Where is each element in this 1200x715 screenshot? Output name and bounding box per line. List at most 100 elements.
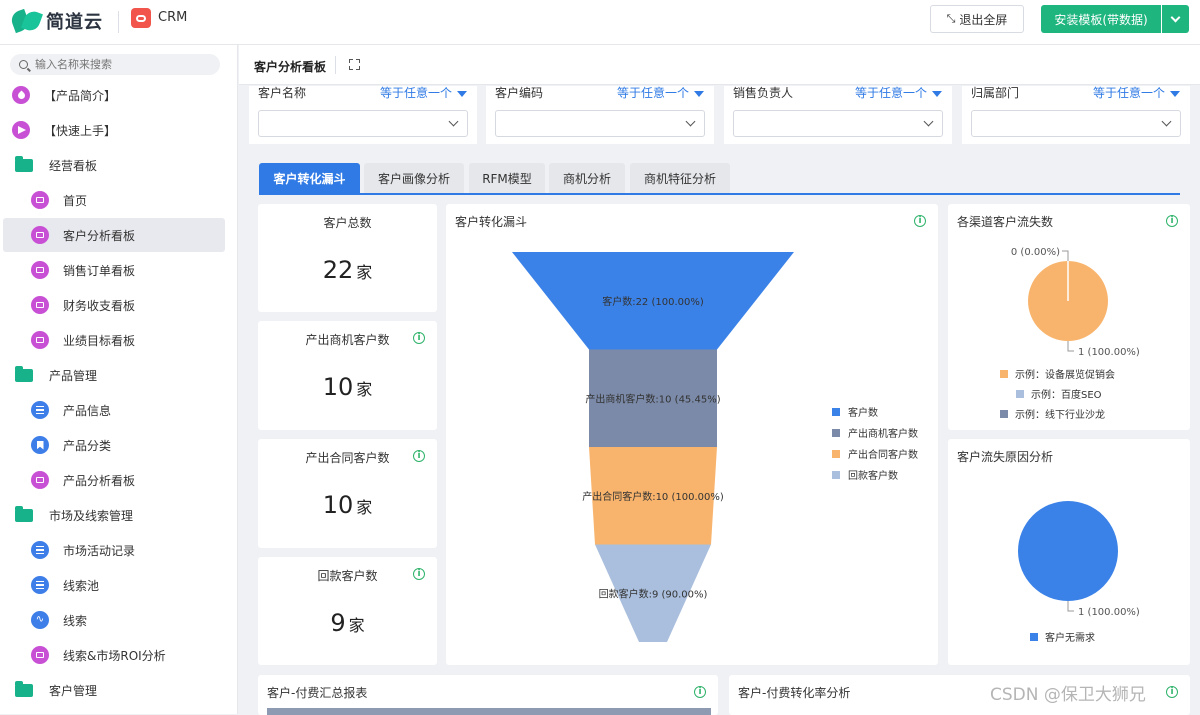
pie-data-label: 1 (100.00%) bbox=[1078, 607, 1140, 618]
tab-rfm-model[interactable]: RFM模型 bbox=[469, 163, 545, 194]
legend-swatch bbox=[832, 450, 840, 458]
app-name[interactable]: CRM bbox=[158, 10, 187, 25]
sidebar-item[interactable]: 市场活动记录 bbox=[3, 533, 225, 567]
filter-sales-owner: 销售负责人 等于任意一个 bbox=[724, 86, 952, 144]
sidebar-item[interactable]: 客户分析看板 bbox=[3, 218, 225, 252]
form-icon bbox=[31, 541, 49, 559]
bookmark-icon bbox=[31, 436, 49, 454]
exit-fullscreen-button[interactable]: ⤡ 退出全屏 bbox=[930, 5, 1024, 33]
tab-conversion-funnel[interactable]: 客户转化漏斗 bbox=[259, 163, 360, 194]
sidebar-item[interactable]: 线索&市场ROI分析 bbox=[3, 638, 225, 672]
brand-logo[interactable]: 简道云 bbox=[9, 8, 103, 34]
sidebar-item-label: 线索&市场ROI分析 bbox=[63, 648, 166, 663]
filter-operator-dropdown[interactable]: 等于任意一个 bbox=[617, 84, 704, 101]
filter-customer-name: 客户名称 等于任意一个 bbox=[249, 86, 477, 144]
fullscreen-icon[interactable] bbox=[349, 59, 360, 70]
folder-icon bbox=[15, 680, 33, 697]
collapse-icon: ⤡ bbox=[946, 12, 956, 25]
tab-opportunity-analysis[interactable]: 商机分析 bbox=[549, 163, 625, 194]
chevron-down-icon bbox=[685, 116, 696, 127]
install-dropdown-button[interactable] bbox=[1162, 5, 1189, 33]
dashboard-icon bbox=[31, 646, 49, 664]
dashboard-icon bbox=[31, 261, 49, 279]
info-icon[interactable]: i bbox=[413, 568, 425, 580]
kpi-value: 10 家 bbox=[322, 491, 373, 519]
sidebar-item[interactable]: 产品管理 bbox=[3, 358, 225, 392]
filter-select[interactable] bbox=[258, 110, 468, 137]
legend-swatch bbox=[832, 429, 840, 437]
form-icon bbox=[31, 576, 49, 594]
kpi-card-contract-customers: 产出合同客户数 i 10 家 bbox=[258, 439, 437, 548]
sidebar-item-label: 产品分类 bbox=[63, 438, 112, 453]
chevron-down-icon bbox=[448, 116, 459, 127]
sidebar-item-label: 客户管理 bbox=[49, 683, 98, 698]
filter-select[interactable] bbox=[733, 110, 943, 137]
sidebar-item[interactable]: 市场及线索管理 bbox=[3, 498, 225, 532]
sidebar-item[interactable]: 首页 bbox=[3, 183, 225, 217]
funnel-chart: 客户数:22 (100.00%) 产出商机客户数:10 (45.45%) 产出合同客… bbox=[512, 252, 918, 642]
info-icon[interactable]: i bbox=[413, 450, 425, 462]
crm-app-icon bbox=[131, 8, 151, 28]
tag-icon bbox=[12, 86, 30, 104]
sidebar-item[interactable]: 线索池 bbox=[3, 568, 225, 602]
legend-label[interactable]: 示例：百度SEO bbox=[1031, 388, 1102, 401]
legend-label[interactable]: 客户数 bbox=[848, 406, 878, 419]
chevron-down-icon bbox=[1161, 116, 1172, 127]
divider bbox=[118, 11, 119, 33]
sidebar-item[interactable]: 销售订单看板 bbox=[3, 253, 225, 287]
info-icon[interactable]: i bbox=[1166, 686, 1178, 698]
install-template-button[interactable]: 安装模板(带数据) bbox=[1041, 5, 1161, 33]
sidebar-item-label: 产品分析看板 bbox=[63, 473, 136, 488]
filter-operator-dropdown[interactable]: 等于任意一个 bbox=[855, 84, 942, 101]
legend-swatch bbox=[1016, 390, 1024, 398]
tab-underline bbox=[259, 193, 1180, 195]
legend-label[interactable]: 客户无需求 bbox=[1045, 631, 1095, 644]
sidebar-item[interactable]: 经营看板 bbox=[3, 148, 225, 182]
filter-select[interactable] bbox=[495, 110, 705, 137]
tab-customer-profile[interactable]: 客户画像分析 bbox=[364, 163, 464, 194]
legend-swatch bbox=[1000, 410, 1008, 418]
sidebar-item[interactable]: 产品分析看板 bbox=[3, 463, 225, 497]
sidebar-item[interactable]: ∿ 线索 bbox=[3, 603, 225, 637]
legend-label[interactable]: 产出合同客户数 bbox=[848, 448, 918, 461]
filter-operator-dropdown[interactable]: 等于任意一个 bbox=[380, 84, 467, 101]
sidebar-item[interactable]: 【产品简介】 bbox=[3, 78, 225, 112]
reason-pie-chart: 1 (100.00%) 客户无需求 bbox=[1018, 501, 1140, 644]
filter-label: 归属部门 bbox=[971, 86, 1020, 100]
pie-slice[interactable] bbox=[1018, 501, 1118, 601]
legend-swatch bbox=[1030, 633, 1038, 641]
sidebar-item[interactable]: 【快速上手】 bbox=[3, 113, 225, 147]
churn-pie-chart: 0 (0.00%) 1 (100.00%) 示例：设备展览促销会示例：百度SEO 示例… bbox=[1000, 247, 1140, 421]
legend-label[interactable]: 产出商机客户数 bbox=[848, 427, 918, 440]
sidebar: 【产品简介】【快速上手】经营看板首页客户分析看板销售订单看板财务收支看板业绩目标… bbox=[0, 45, 238, 714]
kpi-value: 9家 bbox=[330, 609, 365, 637]
funnel-data-label: 产出合同客户数:10 (100.00%) bbox=[582, 490, 724, 503]
tab-opportunity-features[interactable]: 商机特征分析 bbox=[630, 163, 730, 194]
churn-by-channel-card: 各渠道客户流失数 i 0 (0.00%) 1 (100.00%) 示例：设备展览促销… bbox=[948, 204, 1190, 430]
info-icon[interactable]: i bbox=[694, 686, 706, 698]
exit-fullscreen-label: 退出全屏 bbox=[959, 12, 1008, 27]
form-icon bbox=[31, 401, 49, 419]
legend-label[interactable]: 示例：设备展览促销会 bbox=[1015, 368, 1115, 381]
sidebar-search[interactable] bbox=[10, 54, 220, 75]
filter-operator-dropdown[interactable]: 等于任意一个 bbox=[1093, 84, 1180, 101]
payment-summary-card: 客户-付费汇总报表 i bbox=[258, 675, 718, 715]
sidebar-item[interactable]: 产品分类 bbox=[3, 428, 225, 462]
filter-select[interactable] bbox=[971, 110, 1181, 137]
top-bar: 简道云 CRM ⤡ 退出全屏 安装模板(带数据) bbox=[0, 0, 1200, 45]
card-title: 客户-付费汇总报表 bbox=[267, 686, 368, 700]
leader-line bbox=[1062, 250, 1069, 261]
sidebar-item-label: 产品管理 bbox=[49, 368, 98, 383]
info-icon[interactable]: i bbox=[413, 332, 425, 344]
sidebar-item[interactable]: 客户管理 bbox=[3, 673, 225, 707]
sidebar-item[interactable]: 财务收支看板 bbox=[3, 288, 225, 322]
sidebar-item[interactable]: 产品信息 bbox=[3, 393, 225, 427]
legend-label[interactable]: 回款客户数 bbox=[848, 469, 898, 482]
sidebar-item[interactable]: 业绩目标看板 bbox=[3, 323, 225, 357]
dashboard-icon bbox=[31, 191, 49, 209]
dashboard-icon bbox=[31, 226, 49, 244]
leader-line bbox=[1067, 341, 1074, 352]
kpi-title: 回款客户数 bbox=[317, 569, 378, 583]
legend-label[interactable]: 示例：线下行业沙龙 bbox=[1015, 408, 1105, 421]
search-input[interactable] bbox=[35, 58, 205, 71]
